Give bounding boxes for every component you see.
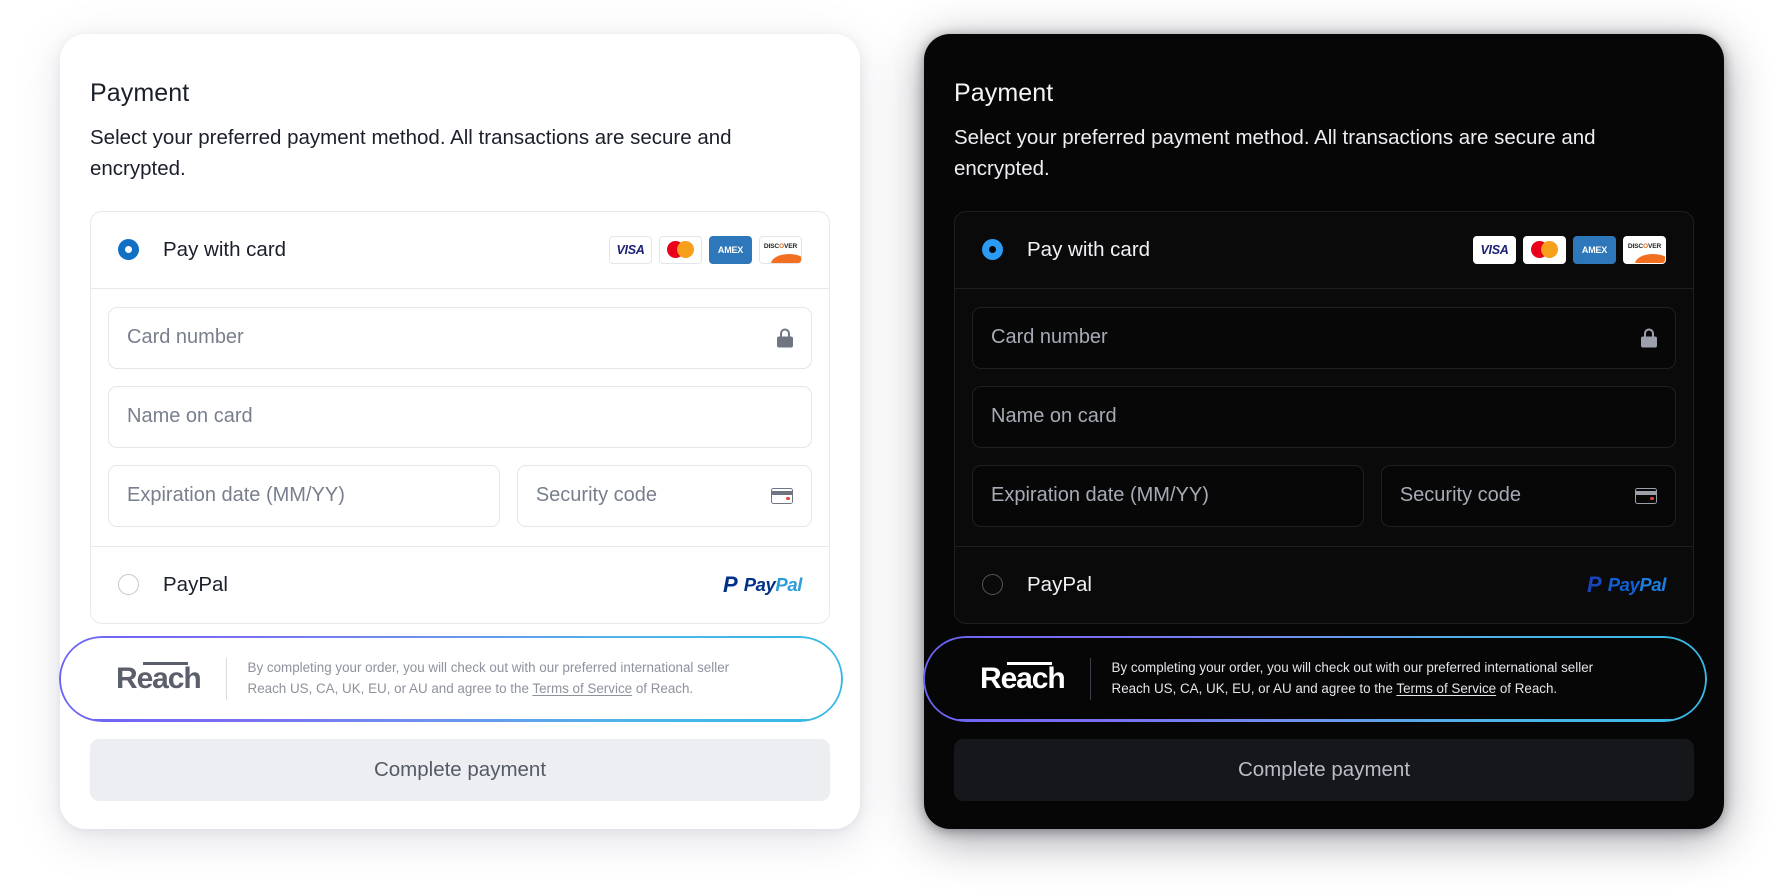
card-brand-logos: VISA AMEX DISCOVER bbox=[609, 235, 802, 264]
card-fields: Card number Name on card Expiration date… bbox=[91, 289, 829, 546]
expiration-date-field[interactable]: Expiration date (MM/YY) bbox=[972, 464, 1364, 527]
method-label-paypal: PayPal bbox=[163, 572, 228, 596]
security-code-field[interactable]: Security code bbox=[1380, 464, 1676, 527]
amex-icon: AMEX bbox=[1573, 235, 1616, 264]
card-number-placeholder: Card number bbox=[991, 326, 1108, 349]
page-subtitle: Select your preferred payment method. Al… bbox=[954, 126, 1596, 181]
reach-disclosure-text: By completing your order, you will check… bbox=[247, 660, 730, 696]
security-code-placeholder: Security code bbox=[1399, 484, 1522, 507]
payment-card-dark: Payment Select your preferred payment me… bbox=[923, 34, 1724, 829]
complete-payment-button[interactable]: Complete payment bbox=[954, 738, 1694, 801]
radio-pay-with-card[interactable] bbox=[118, 239, 139, 261]
reach-logo: Reach bbox=[116, 661, 202, 695]
method-option-card[interactable]: Pay with card VISA AMEX DISCOVER bbox=[955, 212, 1693, 289]
mastercard-icon bbox=[1523, 235, 1566, 264]
name-on-card-placeholder: Name on card bbox=[127, 405, 253, 428]
reach-logo: Reach bbox=[980, 661, 1066, 695]
payment-methods-group: Pay with card VISA AMEX DISCOVER Card nu… bbox=[90, 210, 830, 624]
card-number-field[interactable]: Card number bbox=[108, 306, 812, 369]
card-fields: Card number Name on card Expiration date… bbox=[955, 289, 1693, 546]
divider bbox=[1089, 657, 1091, 700]
method-label-card: Pay with card bbox=[163, 237, 287, 261]
card-number-placeholder: Card number bbox=[127, 326, 244, 349]
paypal-icon: P PayPal bbox=[1587, 571, 1666, 597]
method-option-paypal[interactable]: PayPal P PayPal bbox=[955, 545, 1693, 623]
reach-disclosure-text: By completing your order, you will check… bbox=[1111, 660, 1594, 696]
visa-icon: VISA bbox=[1473, 235, 1516, 264]
lock-icon bbox=[1641, 328, 1657, 348]
method-option-card[interactable]: Pay with card VISA AMEX DISCOVER bbox=[91, 212, 829, 289]
radio-paypal[interactable] bbox=[982, 574, 1003, 596]
paypal-icon: P PayPal bbox=[723, 571, 802, 597]
name-on-card-field[interactable]: Name on card bbox=[972, 385, 1676, 448]
divider bbox=[225, 657, 227, 700]
expiration-placeholder: Expiration date (MM/YY) bbox=[127, 484, 345, 507]
expiration-date-field[interactable]: Expiration date (MM/YY) bbox=[108, 464, 500, 527]
terms-of-service-link[interactable]: Terms of Service bbox=[532, 681, 632, 696]
terms-of-service-link[interactable]: Terms of Service bbox=[1396, 681, 1496, 696]
reach-disclosure-focused[interactable]: Reach By completing your order, you will… bbox=[59, 635, 843, 722]
card-brand-logos: VISA AMEX DISCOVER bbox=[1473, 235, 1666, 264]
amex-icon: AMEX bbox=[709, 235, 752, 264]
page-title: Payment bbox=[954, 79, 1054, 107]
complete-payment-button[interactable]: Complete payment bbox=[90, 738, 830, 801]
method-label-card: Pay with card bbox=[1027, 237, 1151, 261]
page-subtitle: Select your preferred payment method. Al… bbox=[90, 126, 732, 181]
security-code-field[interactable]: Security code bbox=[516, 464, 812, 527]
security-code-placeholder: Security code bbox=[535, 484, 658, 507]
reach-disclosure-focused[interactable]: Reach By completing your order, you will… bbox=[923, 635, 1707, 722]
mastercard-icon bbox=[659, 235, 702, 264]
discover-icon: DISCOVER bbox=[1623, 235, 1666, 264]
page-title: Payment bbox=[90, 79, 190, 107]
method-label-paypal: PayPal bbox=[1027, 572, 1092, 596]
lock-icon bbox=[777, 328, 793, 348]
discover-icon: DISCOVER bbox=[759, 235, 802, 264]
name-on-card-field[interactable]: Name on card bbox=[108, 385, 812, 448]
credit-card-icon bbox=[771, 487, 793, 504]
visa-icon: VISA bbox=[609, 235, 652, 264]
card-number-field[interactable]: Card number bbox=[972, 306, 1676, 369]
payment-theme-comparison: Payment Select your preferred payment me… bbox=[0, 0, 1776, 894]
name-on-card-placeholder: Name on card bbox=[991, 405, 1117, 428]
radio-paypal[interactable] bbox=[118, 574, 139, 596]
radio-pay-with-card[interactable] bbox=[982, 239, 1003, 261]
payment-methods-group: Pay with card VISA AMEX DISCOVER Card nu… bbox=[954, 210, 1694, 624]
payment-card-light: Payment Select your preferred payment me… bbox=[59, 34, 860, 829]
expiration-placeholder: Expiration date (MM/YY) bbox=[991, 484, 1209, 507]
credit-card-icon bbox=[1635, 487, 1657, 504]
method-option-paypal[interactable]: PayPal P PayPal bbox=[91, 545, 829, 623]
